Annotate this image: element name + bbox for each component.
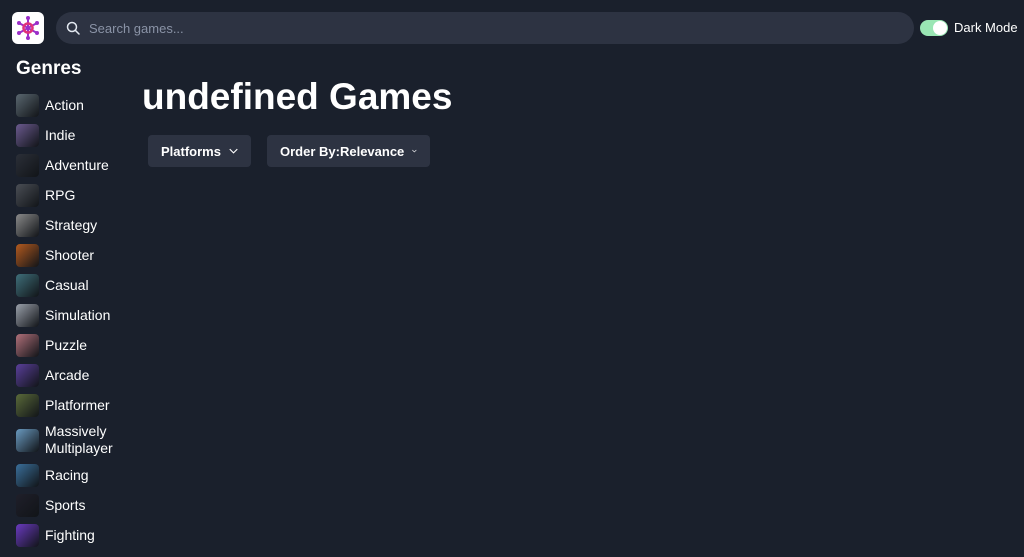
genre-item-casual[interactable]: Casual bbox=[16, 272, 89, 298]
genre-thumbnail bbox=[16, 428, 39, 452]
platforms-label: Platforms bbox=[161, 143, 221, 159]
logo[interactable] bbox=[12, 12, 44, 44]
genre-item-shooter[interactable]: Shooter bbox=[16, 242, 94, 268]
genre-item-simulation[interactable]: Simulation bbox=[16, 302, 110, 328]
genre-item-strategy[interactable]: Strategy bbox=[16, 212, 97, 238]
genre-item-arcade[interactable]: Arcade bbox=[16, 362, 89, 388]
order-by-label: Order By:Relevance bbox=[280, 143, 405, 159]
chevron-down-icon bbox=[412, 149, 417, 153]
genre-label[interactable]: Shooter bbox=[45, 247, 94, 264]
genre-label[interactable]: Sports bbox=[45, 497, 85, 514]
genre-thumbnail bbox=[16, 493, 39, 517]
genre-label[interactable]: Action bbox=[45, 97, 84, 114]
genre-label[interactable]: Adventure bbox=[45, 157, 109, 174]
genre-item-massively-multiplayer[interactable]: Massively Multiplayer bbox=[16, 422, 125, 458]
genre-item-fighting[interactable]: Fighting bbox=[16, 522, 95, 548]
genre-label[interactable]: Racing bbox=[45, 467, 89, 484]
genre-thumbnail bbox=[16, 523, 39, 547]
genre-label[interactable]: Massively Multiplayer bbox=[45, 423, 125, 457]
chevron-down-icon bbox=[229, 148, 238, 154]
genre-label[interactable]: Simulation bbox=[45, 307, 110, 324]
genre-thumbnail bbox=[16, 123, 39, 147]
toggle-knob bbox=[933, 21, 947, 35]
genre-thumbnail bbox=[16, 303, 39, 327]
genre-item-puzzle[interactable]: Puzzle bbox=[16, 332, 87, 358]
genre-thumbnail bbox=[16, 463, 39, 487]
genre-label[interactable]: Fighting bbox=[45, 527, 95, 544]
genre-thumbnail bbox=[16, 213, 39, 237]
genre-thumbnail bbox=[16, 273, 39, 297]
search-bar[interactable] bbox=[56, 12, 914, 44]
order-by-dropdown[interactable]: Order By:Relevance bbox=[267, 135, 430, 167]
navbar: Dark Mode bbox=[0, 0, 1024, 56]
genre-thumbnail bbox=[16, 93, 39, 117]
search-input[interactable] bbox=[89, 12, 889, 44]
genres-heading: Genres bbox=[16, 58, 82, 79]
genre-label[interactable]: Platformer bbox=[45, 397, 110, 414]
genre-item-platformer[interactable]: Platformer bbox=[16, 392, 110, 418]
dark-mode-toggle[interactable] bbox=[920, 20, 948, 36]
network-hub-logo-icon bbox=[17, 16, 39, 40]
dark-mode-label: Dark Mode bbox=[954, 20, 1018, 35]
page-title: undefined Games bbox=[142, 76, 453, 117]
genre-item-indie[interactable]: Indie bbox=[16, 122, 75, 148]
genre-label[interactable]: Arcade bbox=[45, 367, 89, 384]
genre-thumbnail bbox=[16, 153, 39, 177]
genre-label[interactable]: Casual bbox=[45, 277, 89, 294]
genre-thumbnail bbox=[16, 393, 39, 417]
genre-item-rpg[interactable]: RPG bbox=[16, 182, 75, 208]
genre-thumbnail bbox=[16, 243, 39, 267]
genre-item-sports[interactable]: Sports bbox=[16, 492, 85, 518]
genre-label[interactable]: Puzzle bbox=[45, 337, 87, 354]
genre-label[interactable]: RPG bbox=[45, 187, 75, 204]
genre-label[interactable]: Strategy bbox=[45, 217, 97, 234]
genre-thumbnail bbox=[16, 183, 39, 207]
genre-item-action[interactable]: Action bbox=[16, 92, 84, 118]
genre-thumbnail bbox=[16, 363, 39, 387]
genre-item-adventure[interactable]: Adventure bbox=[16, 152, 109, 178]
search-icon bbox=[66, 21, 80, 40]
platforms-dropdown[interactable]: Platforms bbox=[148, 135, 251, 167]
genre-label[interactable]: Indie bbox=[45, 127, 75, 144]
genre-item-racing[interactable]: Racing bbox=[16, 462, 89, 488]
genre-thumbnail bbox=[16, 333, 39, 357]
